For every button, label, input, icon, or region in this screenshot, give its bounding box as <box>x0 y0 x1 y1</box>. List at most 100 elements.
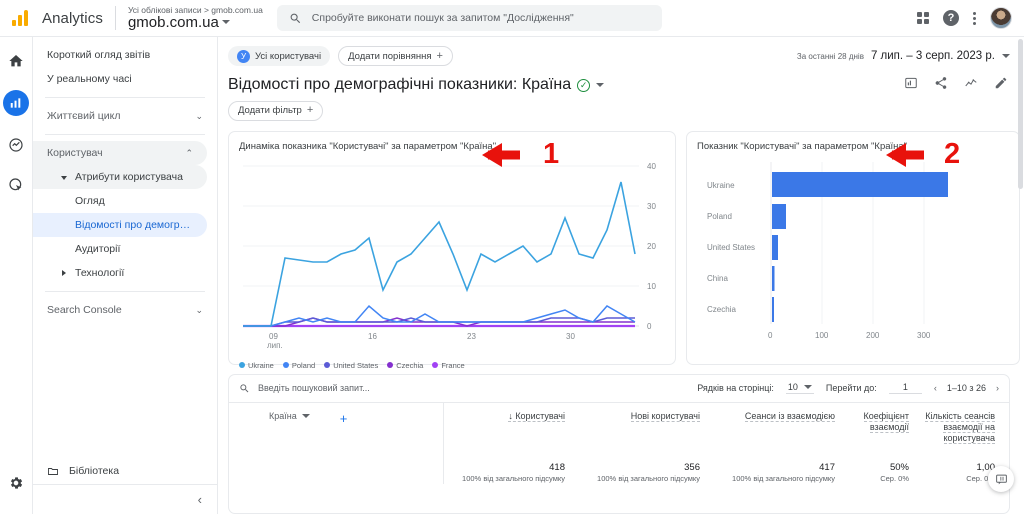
table-header-engagement-rate[interactable]: Коефіцієнт взаємодії <box>849 403 923 456</box>
next-page-button[interactable]: › <box>996 383 999 393</box>
sidebar-item-realtime[interactable]: У реальному часі <box>33 67 217 91</box>
table-header-dimension: Країна + <box>229 403 444 457</box>
triangle-right-icon <box>59 268 69 278</box>
table-header-sessions-per-user[interactable]: Кількість сеансів взаємодії на користува… <box>923 403 1009 456</box>
svg-text:10: 10 <box>647 282 656 291</box>
bar-chart: Ukraine Poland United States China Czech… <box>697 152 1011 357</box>
feedback-button[interactable] <box>988 466 1014 492</box>
rail-item-reports[interactable] <box>3 90 29 116</box>
sidebar-item-search-console[interactable]: Search Console ⌄ <box>33 298 217 322</box>
table-header-new-users[interactable]: Нові користувачі <box>579 403 714 456</box>
sidebar-item-label: Технології <box>75 267 203 279</box>
svg-text:Czechia: Czechia <box>707 305 736 314</box>
top-bar-actions: ? <box>917 7 1024 29</box>
legend-item-ukraine[interactable]: Ukraine <box>239 361 274 370</box>
avatar[interactable] <box>990 7 1012 29</box>
totals-new-users-cell: 356 100% від загального підсумку <box>579 456 714 485</box>
legend-item-france[interactable]: France <box>432 361 464 370</box>
legend-item-czechia[interactable]: Czechia <box>387 361 423 370</box>
sidebar-item-label: Огляд <box>75 195 203 207</box>
account-selector[interactable]: Усі облікові записи > gmob.com.ua gmob.c… <box>128 6 263 31</box>
share-icon[interactable] <box>934 76 948 90</box>
check-circle-icon[interactable]: ✓ <box>577 79 590 92</box>
sidebar-item-label: Короткий огляд звітів <box>47 49 203 61</box>
rail-item-home[interactable] <box>5 50 27 72</box>
sidebar-library-label: Бібліотека <box>69 465 119 477</box>
sidebar-item-label: Атрибути користувача <box>75 171 193 183</box>
add-comparison-button[interactable]: Додати порівняння + <box>338 46 453 66</box>
table-header-engaged-sessions[interactable]: Сеанси із взаємодією <box>714 403 849 456</box>
date-range-selector[interactable]: За останні 28 днів 7 лип. – 3 серп. 2023… <box>797 50 1024 62</box>
sidebar-divider <box>45 97 205 98</box>
chevron-left-icon[interactable]: ‹ <box>198 492 202 507</box>
sidebar-item-user-attributes[interactable]: Атрибути користувача <box>33 165 207 189</box>
line-chart: 40 30 20 10 0 09 лип. 16 23 30 <box>239 152 667 352</box>
dimension-label: Країна <box>269 411 297 421</box>
edit-icon[interactable] <box>994 76 1008 90</box>
compare-icon[interactable] <box>964 76 978 90</box>
table-header-users[interactable]: ↓ Користувачі <box>444 403 579 456</box>
rows-per-page-select[interactable]: 10 <box>786 382 814 394</box>
insights-icon[interactable] <box>904 76 918 90</box>
cell-subtext: Сер. 0% <box>923 474 995 484</box>
prev-page-button[interactable]: ‹ <box>934 383 937 393</box>
sidebar-item-library[interactable]: Бібліотека <box>33 458 218 484</box>
sidebar-item-user[interactable]: Користувач ⌃ <box>33 141 207 165</box>
apps-grid-icon[interactable] <box>917 12 929 24</box>
add-comparison-label: Додати порівняння <box>348 51 431 62</box>
chevron-down-icon: ⌄ <box>195 112 203 121</box>
line-chart-title: Динаміка показника "Користувачі" за пара… <box>239 141 665 152</box>
cell-subtext: Сер. 0% <box>849 474 909 484</box>
svg-text:40: 40 <box>647 162 656 171</box>
filter-row: Додати фільтр + <box>218 94 1024 121</box>
plus-icon: + <box>437 51 443 62</box>
sidebar-item-label: Аудиторії <box>75 243 203 255</box>
search-input[interactable]: Спробуйте виконати пошук за запитом "Дос… <box>277 5 662 31</box>
rows-per-page-label: Рядків на сторінці: <box>697 383 774 393</box>
audience-chip[interactable]: У Усі користувачі <box>228 46 330 66</box>
property-label: gmob.com.ua <box>128 15 219 31</box>
sidebar-item-demographic-details[interactable]: Відомості про демографіч… <box>33 213 207 237</box>
svg-text:30: 30 <box>566 332 575 341</box>
help-icon[interactable]: ? <box>943 10 959 26</box>
table-toolbar: Введіть пошуковий запит... Рядків на сто… <box>229 375 1009 402</box>
chevron-down-icon[interactable] <box>596 83 604 87</box>
cell-subtext: 100% від загального підсумку <box>579 474 700 484</box>
property-name[interactable]: gmob.com.ua <box>128 15 263 31</box>
svg-text:0: 0 <box>647 322 652 331</box>
legend-item-poland[interactable]: Poland <box>283 361 315 370</box>
goto-page-input[interactable]: 1 <box>889 382 922 394</box>
legend-label: United States <box>333 361 378 370</box>
chart-cards: Динаміка показника "Користувачі" за пара… <box>218 121 1024 365</box>
kebab-menu-icon[interactable] <box>973 12 976 25</box>
cell-subtext: 100% від загального підсумку <box>444 474 565 484</box>
bar-chart-title: Показник "Користувачі" за параметром "Кр… <box>697 141 1009 152</box>
legend-label: France <box>441 361 464 370</box>
add-dimension-button[interactable]: + <box>340 411 348 426</box>
add-filter-button[interactable]: Додати фільтр + <box>228 101 323 121</box>
date-range-value: 7 лип. – 3 серп. 2023 р. <box>871 50 995 62</box>
line-chart-legend: Ukraine Poland United States Czechia <box>239 357 665 370</box>
sidebar-item-tech[interactable]: Технології <box>33 261 217 285</box>
sidebar-item-audiences[interactable]: Аудиторії <box>33 237 217 261</box>
brand-label: Analytics <box>42 10 103 27</box>
rail-item-advertising[interactable] <box>5 174 27 196</box>
rail-item-explore[interactable] <box>5 134 27 156</box>
page-title-row: Відомості про демографічні показники: Кр… <box>218 66 1024 94</box>
bar-chart-icon <box>9 96 23 110</box>
column-label: Сеанси із взаємодією <box>745 411 835 422</box>
icon-rail <box>0 37 33 514</box>
sidebar-item-lifecycle[interactable]: Життєвий цикл ⌄ <box>33 104 217 128</box>
sidebar-item-reports-overview[interactable]: Короткий огляд звітів <box>33 43 217 67</box>
legend-swatch-icon <box>239 362 245 368</box>
page-scrollbar[interactable] <box>1017 37 1024 514</box>
dimension-selector[interactable]: Країна <box>269 411 310 421</box>
table-search-input[interactable]: Введіть пошуковий запит... <box>239 383 370 394</box>
page-title: Відомості про демографічні показники: Кр… <box>228 76 604 94</box>
rail-item-admin[interactable] <box>5 472 27 494</box>
legend-swatch-icon <box>387 362 393 368</box>
gear-icon <box>8 475 24 491</box>
legend-item-united-states[interactable]: United States <box>324 361 378 370</box>
sidebar-item-overview[interactable]: Огляд <box>33 189 217 213</box>
scrollbar-thumb[interactable] <box>1018 39 1023 189</box>
